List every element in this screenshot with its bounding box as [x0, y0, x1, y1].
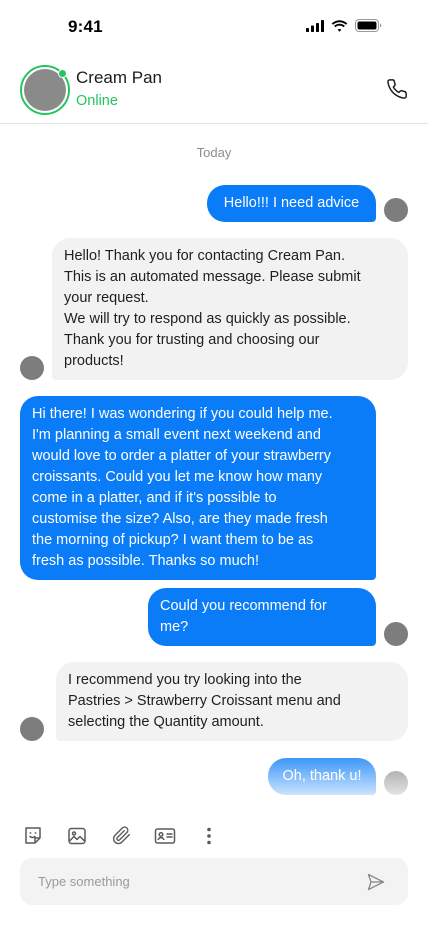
- composer-toolbar: [22, 825, 242, 851]
- message-line: come in a platter, and if it's possible …: [32, 490, 277, 506]
- message-input[interactable]: [38, 858, 348, 905]
- status-time: 9:41: [68, 17, 103, 36]
- message-line: Hello! Thank you for contacting Cream Pa…: [64, 248, 346, 264]
- incoming-message-bubble[interactable]: Hello! Thank you for contacting Cream Pa…: [52, 238, 408, 380]
- message-line: your request.: [64, 290, 149, 306]
- message-line: fresh as possible. Thanks so much!: [32, 553, 260, 569]
- message-line: would love to order a platter of your st…: [32, 448, 331, 464]
- message-line: I'm planning a small event next weekend …: [32, 427, 321, 443]
- message-line: me?: [160, 619, 189, 635]
- contact-avatar[interactable]: [20, 65, 70, 115]
- message-line: selecting the Quantity amount.: [68, 714, 264, 730]
- contact-card-button[interactable]: [154, 827, 176, 849]
- send-button[interactable]: [366, 872, 386, 892]
- message-line: customise the size? Also, are they made …: [32, 511, 328, 527]
- date-separator: Today: [196, 145, 232, 160]
- outgoing-message-bubble[interactable]: Oh, thank u!: [268, 758, 376, 795]
- contact-avatar-small: [20, 356, 44, 380]
- contact-status: Online: [76, 93, 118, 109]
- cellular-signal-icon: [306, 19, 324, 32]
- outgoing-message-bubble[interactable]: Hello!!! I need advice: [207, 185, 376, 222]
- sticker-icon: [23, 826, 43, 851]
- contact-card-icon: [154, 826, 176, 851]
- user-avatar: [384, 198, 408, 222]
- message-line: the morning of pickup? I want them to be…: [32, 532, 314, 548]
- user-avatar: [384, 622, 408, 646]
- battery-icon: [355, 19, 382, 32]
- image-button[interactable]: [66, 827, 88, 849]
- outgoing-message-bubble[interactable]: Hi there! I was wondering if you could h…: [20, 396, 376, 580]
- message-input-box[interactable]: [20, 858, 408, 905]
- message-line: We will try to respond as quickly as pos…: [64, 311, 351, 327]
- message-line: Thank you for trusting and choosing our: [64, 332, 320, 348]
- outgoing-message-bubble[interactable]: Could you recommend for me?: [148, 588, 376, 646]
- message-line: Could you recommend for: [160, 598, 327, 614]
- incoming-message-bubble[interactable]: I recommend you try looking into the Pas…: [56, 662, 408, 741]
- online-indicator-icon: [58, 69, 67, 78]
- wifi-icon: [331, 19, 348, 32]
- sticker-button[interactable]: [22, 826, 44, 851]
- attachment-button[interactable]: [110, 825, 132, 851]
- message-line: This is an automated message. Please sub…: [64, 269, 361, 285]
- message-line: croissants. Could you let me know how ma…: [32, 469, 323, 485]
- status-icons: [306, 19, 382, 32]
- message-line: Hello!!! I need advice: [223, 195, 360, 211]
- message-composer: [0, 805, 428, 926]
- contact-avatar-small: [20, 717, 44, 741]
- contact-name[interactable]: Cream Pan: [76, 68, 162, 88]
- image-icon: [67, 826, 87, 851]
- message-line: Oh, thank u!: [282, 768, 362, 784]
- attachment-icon: [111, 825, 132, 851]
- chat-header: Cream Pan Online: [0, 54, 428, 124]
- message-list[interactable]: Today Hello!!! I need advice Hello! Than…: [0, 125, 428, 805]
- call-button[interactable]: [386, 78, 408, 100]
- message-line: Pastries > Strawberry Croissant menu and: [68, 693, 341, 709]
- send-icon: [366, 873, 386, 896]
- message-line: Hi there! I was wondering if you could h…: [32, 406, 333, 422]
- user-avatar: [384, 771, 408, 795]
- message-line: products!: [64, 353, 124, 369]
- more-vertical-icon: [206, 827, 212, 850]
- message-line: I recommend you try looking into the: [68, 672, 302, 688]
- more-options-button[interactable]: [198, 827, 220, 849]
- phone-icon: [386, 79, 408, 104]
- status-bar: 9:41: [0, 0, 428, 54]
